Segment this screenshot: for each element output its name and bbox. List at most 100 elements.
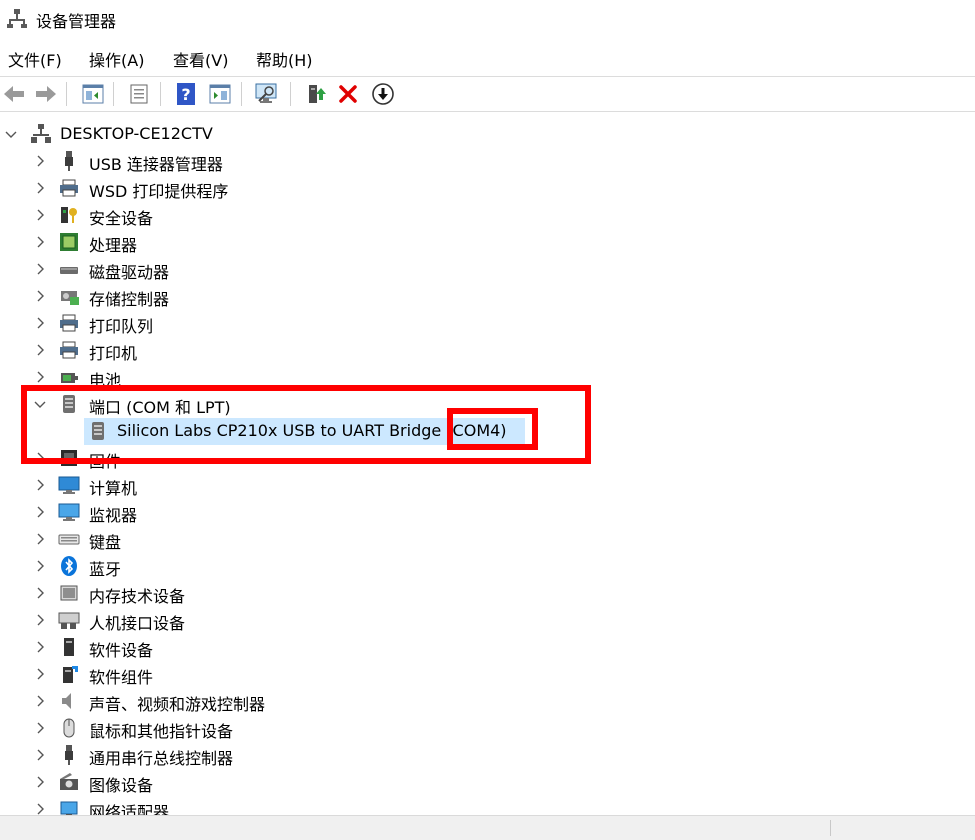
mouse-icon: [63, 718, 75, 738]
disk-drive-icon: [60, 267, 78, 274]
uninstall-button[interactable]: [335, 81, 361, 107]
chevron-right-icon[interactable]: [33, 559, 47, 573]
chevron-right-icon[interactable]: [33, 640, 47, 654]
tree-category[interactable]: 键盘: [0, 526, 975, 553]
chevron-right-icon[interactable]: [33, 289, 47, 303]
chevron-right-icon[interactable]: [33, 667, 47, 681]
printer-icon: [60, 341, 78, 359]
window-title: 设备管理器: [36, 12, 117, 31]
toolbar-separator: [241, 82, 242, 106]
tree-category-label: 处理器: [89, 236, 138, 255]
tree-category[interactable]: 打印队列: [0, 310, 975, 337]
computer-icon: [58, 476, 80, 494]
update-driver-icon: [309, 85, 326, 103]
tree-category[interactable]: 蓝牙: [0, 553, 975, 580]
tree-category[interactable]: 鼠标和其他指针设备: [0, 715, 975, 742]
tree-category[interactable]: 人机接口设备: [0, 607, 975, 634]
tree-category-label: 磁盘驱动器: [89, 263, 170, 282]
chevron-right-icon[interactable]: [33, 775, 47, 789]
download-icon: [372, 83, 394, 105]
tree-category[interactable]: 安全设备: [0, 202, 975, 229]
tree-category[interactable]: USB 连接器管理器: [0, 148, 975, 175]
tree-category[interactable]: 通用串行总线控制器: [0, 742, 975, 769]
chevron-right-icon[interactable]: [33, 154, 47, 168]
hid-icon: [58, 612, 80, 629]
tree-category[interactable]: 磁盘驱动器: [0, 256, 975, 283]
tree-category[interactable]: 监视器: [0, 499, 975, 526]
toolbar: ?: [0, 76, 975, 112]
uninstall-icon: [339, 85, 357, 103]
chevron-right-icon[interactable]: [33, 370, 47, 384]
chevron-right-icon[interactable]: [33, 532, 47, 546]
tree-category-label: USB 连接器管理器: [89, 155, 223, 174]
tree-category[interactable]: 内存技术设备: [0, 580, 975, 607]
tree-category-label: 计算机: [89, 479, 138, 498]
tree-category-label: 蓝牙: [89, 560, 122, 579]
chevron-right-icon[interactable]: [33, 235, 47, 249]
tree-category-label: 鼠标和其他指针设备: [89, 722, 234, 741]
chevron-right-icon[interactable]: [33, 586, 47, 600]
view-icon: [209, 84, 231, 104]
show-hide-console-tree-button[interactable]: [80, 81, 106, 107]
imaging-device-icon: [60, 773, 78, 790]
tree-category-label: 打印机: [89, 344, 138, 363]
tree-category-label: 内存技术设备: [89, 587, 186, 606]
chevron-right-icon[interactable]: [33, 262, 47, 276]
properties-button[interactable]: [126, 81, 152, 107]
chevron-right-icon[interactable]: [33, 721, 47, 735]
view-button[interactable]: [207, 81, 233, 107]
processor-icon: [60, 233, 78, 251]
usb-controller-icon: [65, 745, 73, 765]
computer-root-icon: [31, 124, 51, 143]
update-driver-button[interactable]: [303, 81, 329, 107]
menu-view[interactable]: 查看(V): [173, 47, 228, 71]
software-component-icon: [63, 666, 78, 683]
chevron-right-icon[interactable]: [33, 505, 47, 519]
software-device-icon: [64, 638, 74, 656]
chevron-right-icon[interactable]: [33, 694, 47, 708]
chevron-right-icon[interactable]: [33, 316, 47, 330]
tree-category[interactable]: 软件设备: [0, 634, 975, 661]
toolbar-separator: [160, 82, 161, 106]
chevron-right-icon[interactable]: [33, 613, 47, 627]
storage-controller-icon: [61, 291, 79, 305]
chevron-right-icon[interactable]: [33, 802, 47, 815]
chevron-right-icon[interactable]: [33, 181, 47, 195]
properties-pane-icon: [82, 84, 104, 104]
printer-icon: [60, 179, 78, 197]
chevron-right-icon[interactable]: [33, 748, 47, 762]
chevron-right-icon[interactable]: [33, 478, 47, 492]
chevron-right-icon[interactable]: [33, 208, 47, 222]
network-adapter-icon: [60, 801, 78, 815]
sound-icon: [62, 693, 71, 709]
back-icon: [4, 86, 24, 102]
chevron-down-icon[interactable]: [4, 127, 18, 141]
forward-button[interactable]: [33, 81, 59, 107]
tree-category[interactable]: 处理器: [0, 229, 975, 256]
tree-category[interactable]: 网络适配器: [0, 796, 975, 815]
help-button[interactable]: ?: [173, 81, 199, 107]
toolbar-separator: [66, 82, 67, 106]
device-manager-icon: [7, 9, 27, 28]
tree-category[interactable]: 存储控制器: [0, 283, 975, 310]
chevron-right-icon[interactable]: [33, 343, 47, 357]
tree-category[interactable]: 打印机: [0, 337, 975, 364]
tree-category-label: 声音、视频和游戏控制器: [89, 695, 266, 714]
menu-action[interactable]: 操作(A): [89, 47, 144, 71]
menu-file[interactable]: 文件(F): [8, 47, 62, 71]
scan-hardware-button[interactable]: [254, 81, 280, 107]
back-button[interactable]: [1, 81, 27, 107]
tree-category[interactable]: 声音、视频和游戏控制器: [0, 688, 975, 715]
tree-category[interactable]: 计算机: [0, 472, 975, 499]
tree-category-label: 键盘: [89, 533, 122, 552]
tree-category[interactable]: 图像设备: [0, 769, 975, 796]
menu-help[interactable]: 帮助(H): [256, 47, 313, 71]
tree-root[interactable]: DESKTOP-CE12CTV: [0, 121, 975, 148]
tree-category[interactable]: 软件组件: [0, 661, 975, 688]
tree-category[interactable]: WSD 打印提供程序: [0, 175, 975, 202]
tree-category-label: 监视器: [89, 506, 138, 525]
scan-icon: [130, 84, 148, 104]
enable-device-button[interactable]: [370, 81, 396, 107]
forward-icon: [36, 86, 56, 102]
tree-category-label: WSD 打印提供程序: [89, 182, 229, 201]
